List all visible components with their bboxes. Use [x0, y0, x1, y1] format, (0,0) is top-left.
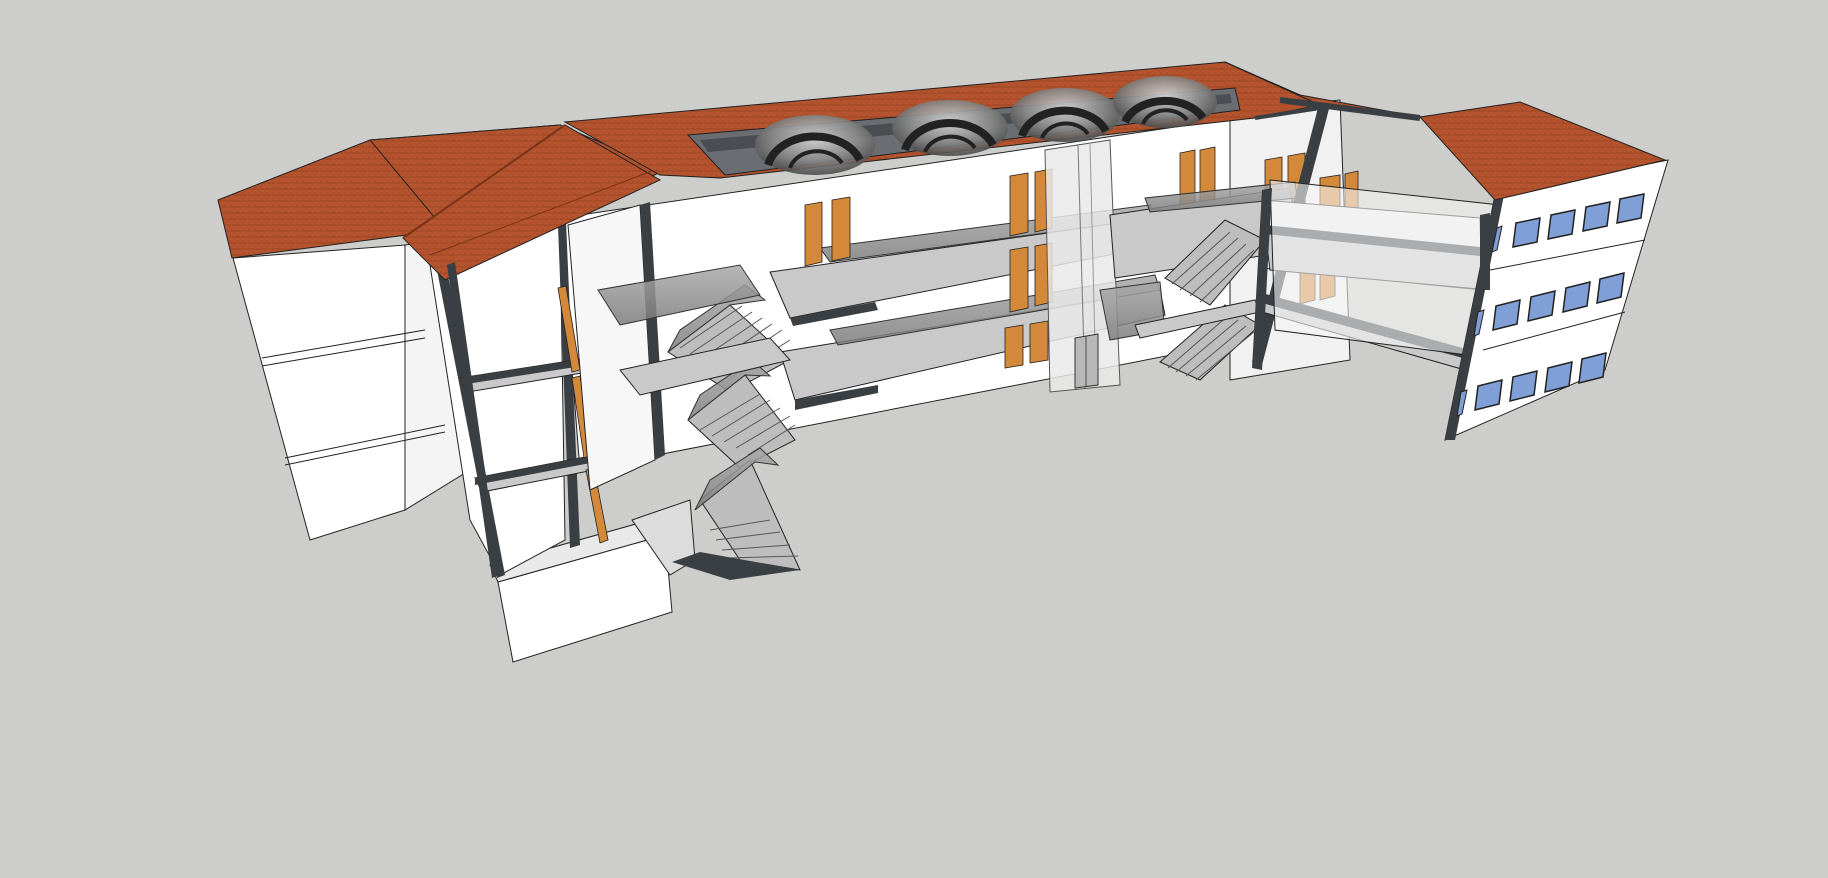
- door: [804, 201, 823, 267]
- window: [1582, 201, 1611, 232]
- door: [1009, 246, 1029, 313]
- 3d-viewport[interactable]: [0, 0, 1828, 878]
- window: [1616, 193, 1645, 224]
- door: [1004, 324, 1024, 369]
- window: [1512, 217, 1541, 248]
- window: [1547, 209, 1576, 240]
- skylight-dome-3: [1010, 88, 1120, 142]
- skylight-dome-1: [755, 115, 875, 175]
- right-wing: [1444, 159, 1669, 441]
- door: [1009, 172, 1029, 237]
- left-wing-wall: [232, 244, 406, 541]
- door: [1029, 320, 1049, 364]
- elevator-door: [1074, 333, 1099, 389]
- skylight-dome-2: [892, 100, 1008, 156]
- building-model-canvas[interactable]: [0, 0, 1828, 878]
- elevator-shaft[interactable]: [1044, 139, 1121, 393]
- skylight-dome-4: [1113, 76, 1217, 128]
- door: [831, 196, 851, 262]
